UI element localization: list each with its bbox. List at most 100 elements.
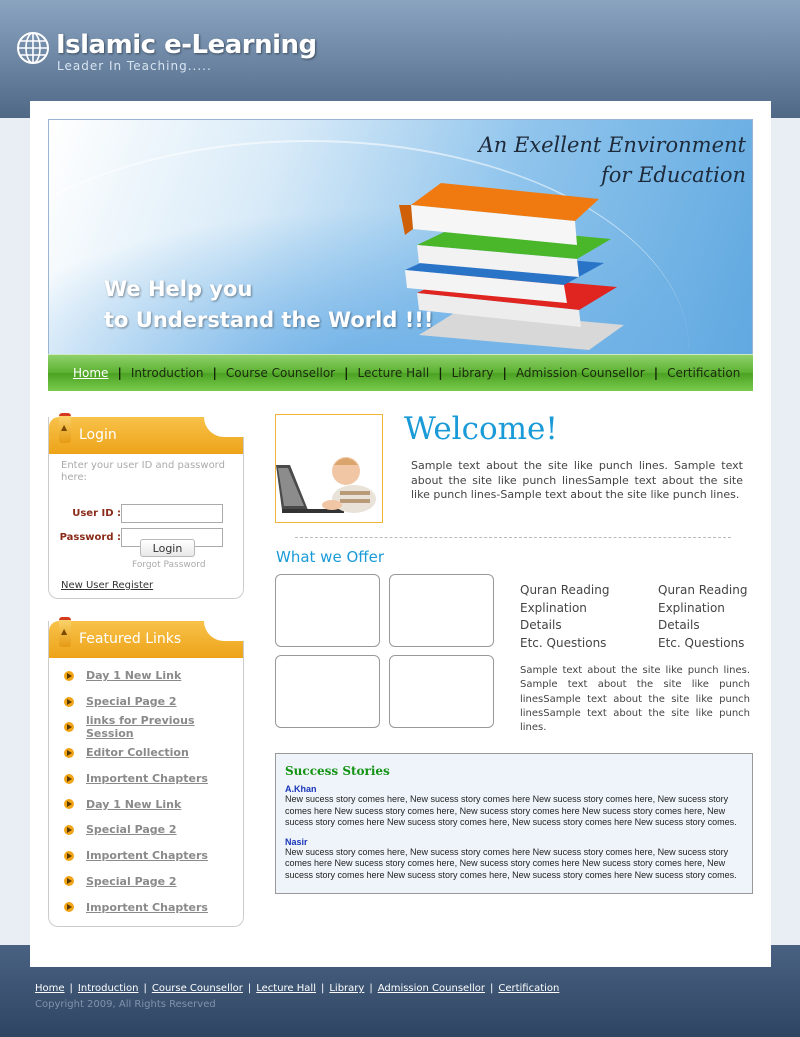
headline-line-1: We Help you: [104, 277, 253, 301]
list-item: Special Page 2: [64, 817, 243, 843]
offer-tile[interactable]: [389, 655, 494, 728]
footer-link-course-counsellor[interactable]: Course Counsellor: [152, 983, 243, 994]
login-button[interactable]: Login: [140, 539, 195, 557]
userid-label: User ID :: [72, 508, 121, 519]
featured-link[interactable]: Importent Chapters: [86, 849, 208, 862]
arrow-bullet-icon: [64, 902, 74, 913]
footer-link-lecture-hall[interactable]: Lecture Hall: [256, 983, 316, 994]
featured-links-box: Featured Links Day 1 New Link Special Pa…: [48, 617, 244, 927]
story-author: A.Khan: [285, 784, 317, 794]
featured-link[interactable]: Importent Chapters: [86, 901, 208, 914]
nav-certification[interactable]: Certification: [658, 366, 749, 380]
password-label: Password :: [59, 532, 121, 543]
footer-separator: |: [69, 983, 73, 994]
login-box: Login Enter your user ID and password he…: [48, 413, 245, 599]
site-header: Islamic e-Learning Leader In Teaching...…: [0, 0, 800, 100]
new-user-register-link[interactable]: New User Register: [61, 580, 153, 591]
featured-link[interactable]: links for Previous Session: [86, 714, 243, 740]
footer-link-library[interactable]: Library: [329, 983, 364, 994]
list-item: links for Previous Session: [64, 714, 243, 740]
arrow-bullet-icon: [64, 670, 74, 681]
welcome-heading: Welcome!: [404, 411, 558, 447]
featured-link[interactable]: Special Page 2: [86, 823, 177, 836]
list-item: Special Page 2: [64, 869, 243, 895]
arrow-bullet-icon: [64, 850, 74, 861]
main-nav: Home | Introduction | Course Counsellor …: [48, 354, 753, 391]
offer-tile[interactable]: [389, 574, 494, 647]
featured-link[interactable]: Special Page 2: [86, 875, 177, 888]
footer-link-home[interactable]: Home: [35, 983, 65, 994]
featured-link[interactable]: Importent Chapters: [86, 772, 208, 785]
login-hint: Enter your user ID and password here:: [61, 460, 225, 483]
featured-link[interactable]: Day 1 New Link: [86, 669, 181, 682]
footer-separator: |: [369, 983, 373, 994]
success-heading: Success Stories: [285, 764, 390, 778]
nav-introduction[interactable]: Introduction: [122, 366, 213, 380]
arrow-bullet-icon: [64, 696, 74, 707]
divider: [295, 537, 731, 538]
nav-lecture-hall[interactable]: Lecture Hall: [349, 366, 439, 380]
featured-link[interactable]: Special Page 2: [86, 695, 177, 708]
list-item: Etc. Questions: [658, 636, 745, 651]
featured-box-header: Featured Links: [49, 617, 244, 658]
books-illustration: [399, 183, 624, 350]
forgot-password-link[interactable]: Forgot Password: [132, 560, 206, 570]
offer-list-2: Quran Reading Explination Details Etc. Q…: [658, 582, 747, 653]
list-item: Editor Collection: [64, 740, 243, 766]
arrow-bullet-icon: [64, 876, 74, 887]
featured-title: Featured Links: [79, 631, 182, 647]
list-item: Details: [658, 618, 700, 633]
headline-line-2: to Understand the World !!!: [104, 308, 434, 332]
userid-input[interactable]: [121, 504, 223, 523]
welcome-text: Sample text about the site like punch li…: [411, 459, 743, 501]
footer-separator: |: [320, 983, 325, 994]
tagline-line-1: An Exellent Environment: [478, 133, 746, 157]
story-text: New sucess story comes here, New sucess …: [285, 846, 737, 880]
offer-list-1: Quran Reading Explination Details Etc. Q…: [520, 582, 609, 653]
baby-laptop-illustration: [276, 457, 376, 513]
hero-banner: An Exellent Environment for Education We…: [48, 119, 753, 356]
arrow-bullet-icon: [64, 773, 74, 784]
nav-library[interactable]: Library: [443, 366, 503, 380]
arrow-bullet-icon: [64, 747, 74, 758]
list-item: Details: [520, 618, 562, 633]
list-item: Special Page 2: [64, 689, 243, 715]
list-item: Day 1 New Link: [64, 791, 243, 817]
success-stories-box: Success Stories A.Khan New sucess story …: [275, 753, 753, 894]
login-title: Login: [79, 427, 117, 443]
featured-link[interactable]: Editor Collection: [86, 746, 189, 759]
nav-admission-counsellor[interactable]: Admission Counsellor: [507, 366, 654, 380]
site-subtitle: Leader In Teaching.....: [57, 59, 212, 73]
offer-text: Sample text about the site like punch li…: [520, 665, 750, 734]
list-item: Explination: [520, 600, 587, 615]
page-container: An Exellent Environment for Education We…: [30, 101, 771, 967]
list-item: Importent Chapters: [64, 766, 243, 792]
list-item: Explination: [658, 600, 725, 615]
globe-icon: [17, 32, 49, 64]
footer-link-admission-counsellor[interactable]: Admission Counsellor: [378, 983, 485, 994]
nav-course-counsellor[interactable]: Course Counsellor: [217, 366, 344, 380]
list-item: Day 1 New Link: [64, 663, 243, 689]
copyright: Copyright 2009, All Rights Reserved: [35, 999, 216, 1010]
nav-home[interactable]: Home: [73, 366, 117, 380]
offer-heading: What we Offer: [276, 548, 384, 566]
offer-tile[interactable]: [275, 574, 380, 647]
site-title[interactable]: Islamic e-Learning: [56, 30, 317, 60]
baby-laptop-photo: [275, 414, 383, 523]
list-item: Etc. Questions: [520, 636, 607, 651]
footer-separator: |: [143, 983, 147, 994]
arrow-bullet-icon: [64, 824, 74, 835]
login-box-header: Login: [49, 413, 244, 454]
list-item: Quran Reading: [520, 583, 610, 597]
footer-link-introduction[interactable]: Introduction: [78, 983, 139, 994]
footer-link-certification[interactable]: Certification: [498, 983, 559, 994]
featured-links-list: Day 1 New Link Special Page 2 links for …: [49, 658, 243, 920]
footer-nav: Home | Introduction | Course Counsellor | Lect…: [35, 983, 559, 994]
story-author: Nasir: [285, 836, 308, 847]
userid-row: User ID :: [49, 504, 245, 524]
banner-headline: We Help you to Understand the World !!!: [104, 274, 433, 336]
arrow-bullet-icon: [64, 799, 74, 810]
featured-link[interactable]: Day 1 New Link: [86, 798, 181, 811]
offer-tile[interactable]: [275, 655, 380, 728]
box-tab-icon: [59, 617, 71, 647]
